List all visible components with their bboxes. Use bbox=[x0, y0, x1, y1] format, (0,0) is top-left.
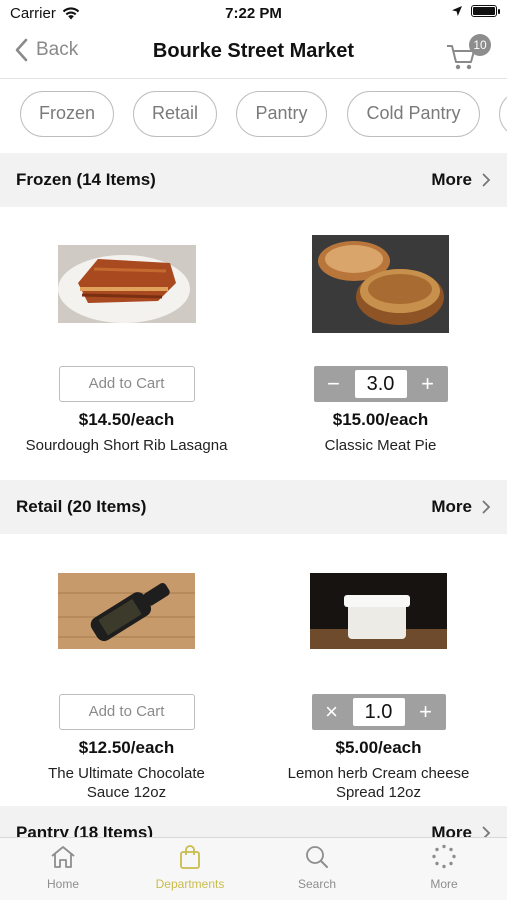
product-price: $14.50/each bbox=[78, 410, 175, 429]
tab-bar: Home Departments Search More bbox=[0, 837, 507, 900]
product-card: Add to Cart $12.50/each The Ultimate Cho… bbox=[0, 573, 253, 802]
product-name-line: The Ultimate Chocolate bbox=[48, 765, 205, 782]
cart-button[interactable]: 10 bbox=[445, 34, 491, 70]
chevron-right-icon bbox=[482, 173, 491, 187]
more-button[interactable]: More bbox=[431, 170, 491, 190]
home-icon bbox=[51, 846, 75, 868]
product-name[interactable]: Lemon herb Cream cheese Spread 12oz bbox=[252, 764, 505, 802]
product-image-meat-pie[interactable] bbox=[312, 235, 449, 333]
product-name-line: Spread 12oz bbox=[335, 784, 422, 801]
cart-count-badge: 10 bbox=[469, 34, 491, 56]
more-label: More bbox=[431, 170, 472, 189]
tab-departments[interactable]: Departments bbox=[127, 844, 253, 891]
product-name[interactable]: Classic Meat Pie bbox=[254, 436, 507, 455]
product-price: $15.00/each bbox=[332, 410, 429, 429]
section-header-retail: Retail (20 Items) More bbox=[0, 480, 507, 534]
section-title: Retail (20 Items) bbox=[16, 497, 147, 516]
chevron-right-icon bbox=[482, 500, 491, 514]
product-card: × 1.0 + $5.00/each Lemon herb Cream chee… bbox=[252, 573, 505, 802]
increment-button[interactable]: + bbox=[408, 371, 448, 397]
product-image-chocolate-sauce[interactable] bbox=[58, 573, 195, 649]
chip-pantry[interactable]: Pantry bbox=[236, 91, 327, 137]
increment-button[interactable]: + bbox=[406, 699, 446, 725]
navigation-bar: Back Bourke Street Market 10 bbox=[0, 28, 507, 79]
search-icon bbox=[306, 846, 328, 868]
shopping-bag-icon bbox=[180, 845, 200, 869]
decrement-button[interactable]: − bbox=[314, 371, 354, 397]
product-name[interactable]: Sourdough Short Rib Lasagna bbox=[0, 436, 253, 455]
product-name[interactable]: The Ultimate Chocolate Sauce 12oz bbox=[0, 764, 253, 802]
product-name-line: Sauce 12oz bbox=[86, 784, 167, 801]
section-title: Frozen (14 Items) bbox=[16, 170, 156, 189]
product-image-cream-cheese[interactable] bbox=[310, 573, 447, 649]
remove-button[interactable]: × bbox=[312, 699, 352, 725]
battery-icon bbox=[471, 5, 500, 17]
location-arrow-icon bbox=[452, 6, 462, 16]
quantity-field[interactable]: 3.0 bbox=[354, 370, 407, 398]
tab-more[interactable]: More bbox=[381, 844, 507, 891]
tab-home[interactable]: Home bbox=[0, 844, 126, 891]
tab-label: Home bbox=[46, 877, 79, 891]
chip-retail[interactable]: Retail bbox=[133, 91, 217, 137]
quantity-field[interactable]: 1.0 bbox=[352, 698, 405, 726]
tab-label: Departments bbox=[155, 877, 225, 891]
tab-label: More bbox=[430, 877, 458, 891]
add-to-cart-button[interactable]: Add to Cart bbox=[58, 694, 195, 730]
chip-next-partial[interactable] bbox=[499, 91, 507, 137]
clock: 7:22 PM bbox=[225, 5, 282, 22]
status-right bbox=[451, 5, 500, 17]
product-price: $5.00/each bbox=[335, 738, 422, 757]
status-bar: Carrier 7:22 PM bbox=[0, 0, 507, 28]
product-price: $12.50/each bbox=[78, 738, 175, 757]
more-button[interactable]: More bbox=[431, 497, 491, 517]
quantity-stepper: − 3.0 + bbox=[313, 366, 448, 402]
category-chips: Frozen Retail Pantry Cold Pantry bbox=[0, 78, 507, 153]
more-dots-icon bbox=[432, 844, 456, 869]
product-card: − 3.0 + $15.00/each Classic Meat Pie bbox=[254, 235, 507, 455]
tab-search[interactable]: Search bbox=[254, 844, 380, 891]
product-card: Add to Cart $14.50/each Sourdough Short … bbox=[0, 245, 253, 455]
more-label: More bbox=[431, 497, 472, 516]
quantity-stepper: × 1.0 + bbox=[311, 694, 446, 730]
page-title: Bourke Street Market bbox=[152, 40, 355, 62]
product-name-line: Lemon herb Cream cheese bbox=[287, 765, 470, 782]
chip-frozen[interactable]: Frozen bbox=[20, 91, 114, 137]
add-to-cart-button[interactable]: Add to Cart bbox=[58, 366, 195, 402]
chip-cold-pantry[interactable]: Cold Pantry bbox=[347, 91, 480, 137]
section-header-frozen: Frozen (14 Items) More bbox=[0, 153, 507, 207]
tab-label: Search bbox=[297, 877, 337, 891]
product-image-lasagna[interactable] bbox=[57, 245, 196, 323]
